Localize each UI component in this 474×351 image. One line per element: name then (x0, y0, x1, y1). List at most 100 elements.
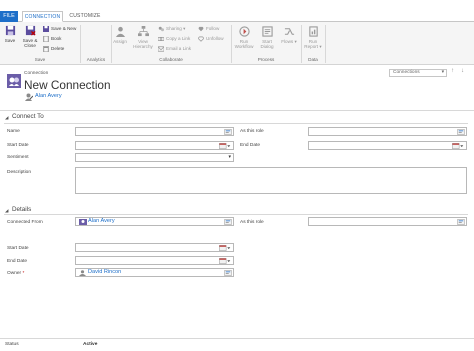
ribbon: Save Save & Close Save & New Book Delete… (0, 22, 474, 65)
previous-record-icon[interactable]: ↑ (451, 68, 454, 74)
lookup-icon[interactable] (224, 219, 232, 225)
lookup-icon[interactable] (224, 270, 232, 276)
connected-from-link[interactable]: Alan Avery (88, 218, 115, 225)
report-icon (308, 26, 318, 37)
email-link-button[interactable]: Email a Link (158, 45, 191, 52)
page-title: New Connection (24, 78, 111, 92)
chevron-down-icon: ▾ (293, 39, 297, 44)
save-new-button[interactable]: Save & New (43, 25, 76, 32)
calendar-icon[interactable] (218, 258, 232, 264)
email-link-label: Email a Link (166, 46, 192, 51)
status-divider (0, 338, 474, 339)
unfollow-icon (198, 36, 204, 42)
delete-icon (43, 46, 49, 52)
group-data-label: Data (308, 57, 318, 62)
section-divider (4, 214, 468, 215)
lookup-icon[interactable] (457, 129, 465, 135)
dialog-icon (261, 26, 273, 37)
delete-label: Delete (51, 46, 65, 51)
owner-value-link[interactable]: David Rincon (88, 269, 121, 276)
save-close-icon (25, 25, 36, 36)
sharing-label: Sharing (166, 26, 182, 31)
lookup-icon[interactable] (457, 219, 465, 225)
save-close-button[interactable]: Save & Close (20, 25, 40, 48)
start-dialog-label: Start Dialog (260, 39, 274, 49)
save-button[interactable]: Save (3, 25, 17, 43)
follow-button[interactable]: Follow (198, 25, 219, 32)
lookup-icon[interactable] (224, 129, 232, 135)
connected-from-label: Connected From (7, 220, 43, 225)
view-hierarchy-label: View Hierarchy (133, 39, 153, 49)
owner-label-text: Owner (7, 271, 22, 276)
owner-link[interactable]: Alan Avery (35, 93, 62, 99)
save-new-icon (43, 25, 49, 32)
status-value: Active (83, 342, 98, 347)
group-collaborate-label: Collaborate (159, 57, 183, 62)
view-hierarchy-button[interactable]: View Hierarchy (132, 26, 154, 49)
assign-button[interactable]: Assign (112, 26, 128, 44)
owner-user-icon (25, 93, 33, 101)
start-dialog-button[interactable]: Start Dialog (257, 26, 277, 49)
book-label: Book (51, 36, 62, 41)
book-icon (43, 35, 49, 42)
section-title-details: Details (12, 206, 32, 213)
follow-icon (198, 26, 204, 32)
copy-link-button[interactable]: Copy a Link (158, 35, 190, 42)
calendar-icon[interactable] (451, 143, 465, 149)
connected-from-field[interactable]: Alan Avery (75, 217, 234, 226)
user-icon (79, 270, 86, 276)
start-date-field[interactable] (75, 141, 234, 150)
name-label: Name (7, 129, 20, 134)
tab-connection[interactable]: CONNECTION (22, 11, 63, 22)
workflow-icon (238, 26, 250, 37)
flows-button[interactable]: Flows ▾ (280, 26, 298, 44)
description-label: Description (7, 170, 31, 175)
tab-customize[interactable]: CUSTOMIZE (66, 11, 104, 22)
tab-file[interactable]: FILE (0, 11, 18, 22)
chevron-down-icon: ▾ (441, 70, 444, 75)
form-selector-label: Connections (393, 70, 420, 75)
email-icon (158, 46, 164, 52)
calendar-icon[interactable] (218, 245, 232, 251)
run-workflow-label: Run Workflow (234, 39, 254, 49)
owner-label: Owner * (7, 271, 24, 276)
end-date-field[interactable] (308, 141, 467, 150)
description-textarea[interactable] (75, 167, 467, 194)
calendar-icon[interactable] (218, 143, 232, 149)
assign-icon (115, 26, 125, 37)
owner-field[interactable]: David Rincon (75, 268, 234, 277)
link-icon (158, 36, 164, 41)
divider (0, 110, 474, 111)
flows-label: Flows (281, 39, 294, 44)
sharing-button[interactable]: Sharing ▾ (158, 25, 185, 32)
book-button[interactable]: Book (43, 35, 61, 42)
details-role-field[interactable] (308, 217, 467, 226)
details-end-date-field[interactable] (75, 256, 234, 265)
required-mark: * (22, 271, 25, 276)
follow-label: Follow (206, 26, 220, 31)
unfollow-button[interactable]: Unfollow (198, 35, 224, 42)
details-start-date-label: Start Date (7, 246, 29, 251)
copy-link-label: Copy a Link (166, 36, 191, 41)
end-date-label: End Date (240, 143, 261, 148)
section-title-connect-to: Connect To (12, 113, 44, 120)
run-workflow-button[interactable]: Run Workflow (234, 26, 254, 49)
tab-bar: FILE CONNECTION CUSTOMIZE (0, 0, 474, 22)
next-record-icon[interactable]: ↓ (461, 68, 464, 74)
name-field[interactable] (75, 127, 234, 136)
details-start-date-field[interactable] (75, 243, 234, 252)
section-divider (4, 123, 468, 124)
account-icon (79, 219, 87, 225)
role-field[interactable] (308, 127, 467, 136)
collapse-icon[interactable]: ◢ (5, 115, 9, 121)
run-report-label: Run Report (304, 39, 319, 49)
form-selector[interactable]: Connections ▾ (389, 69, 447, 77)
delete-button[interactable]: Delete (43, 45, 64, 52)
sharing-icon (158, 26, 164, 32)
sentiment-select[interactable]: ▾ (75, 153, 234, 162)
chevron-down-icon: ▾ (181, 26, 186, 31)
run-report-button[interactable]: Run Report ▾ (303, 26, 323, 49)
details-role-label: As this role (240, 220, 264, 225)
assign-label: Assign (113, 39, 127, 44)
save-close-label: Save & Close (22, 38, 38, 48)
